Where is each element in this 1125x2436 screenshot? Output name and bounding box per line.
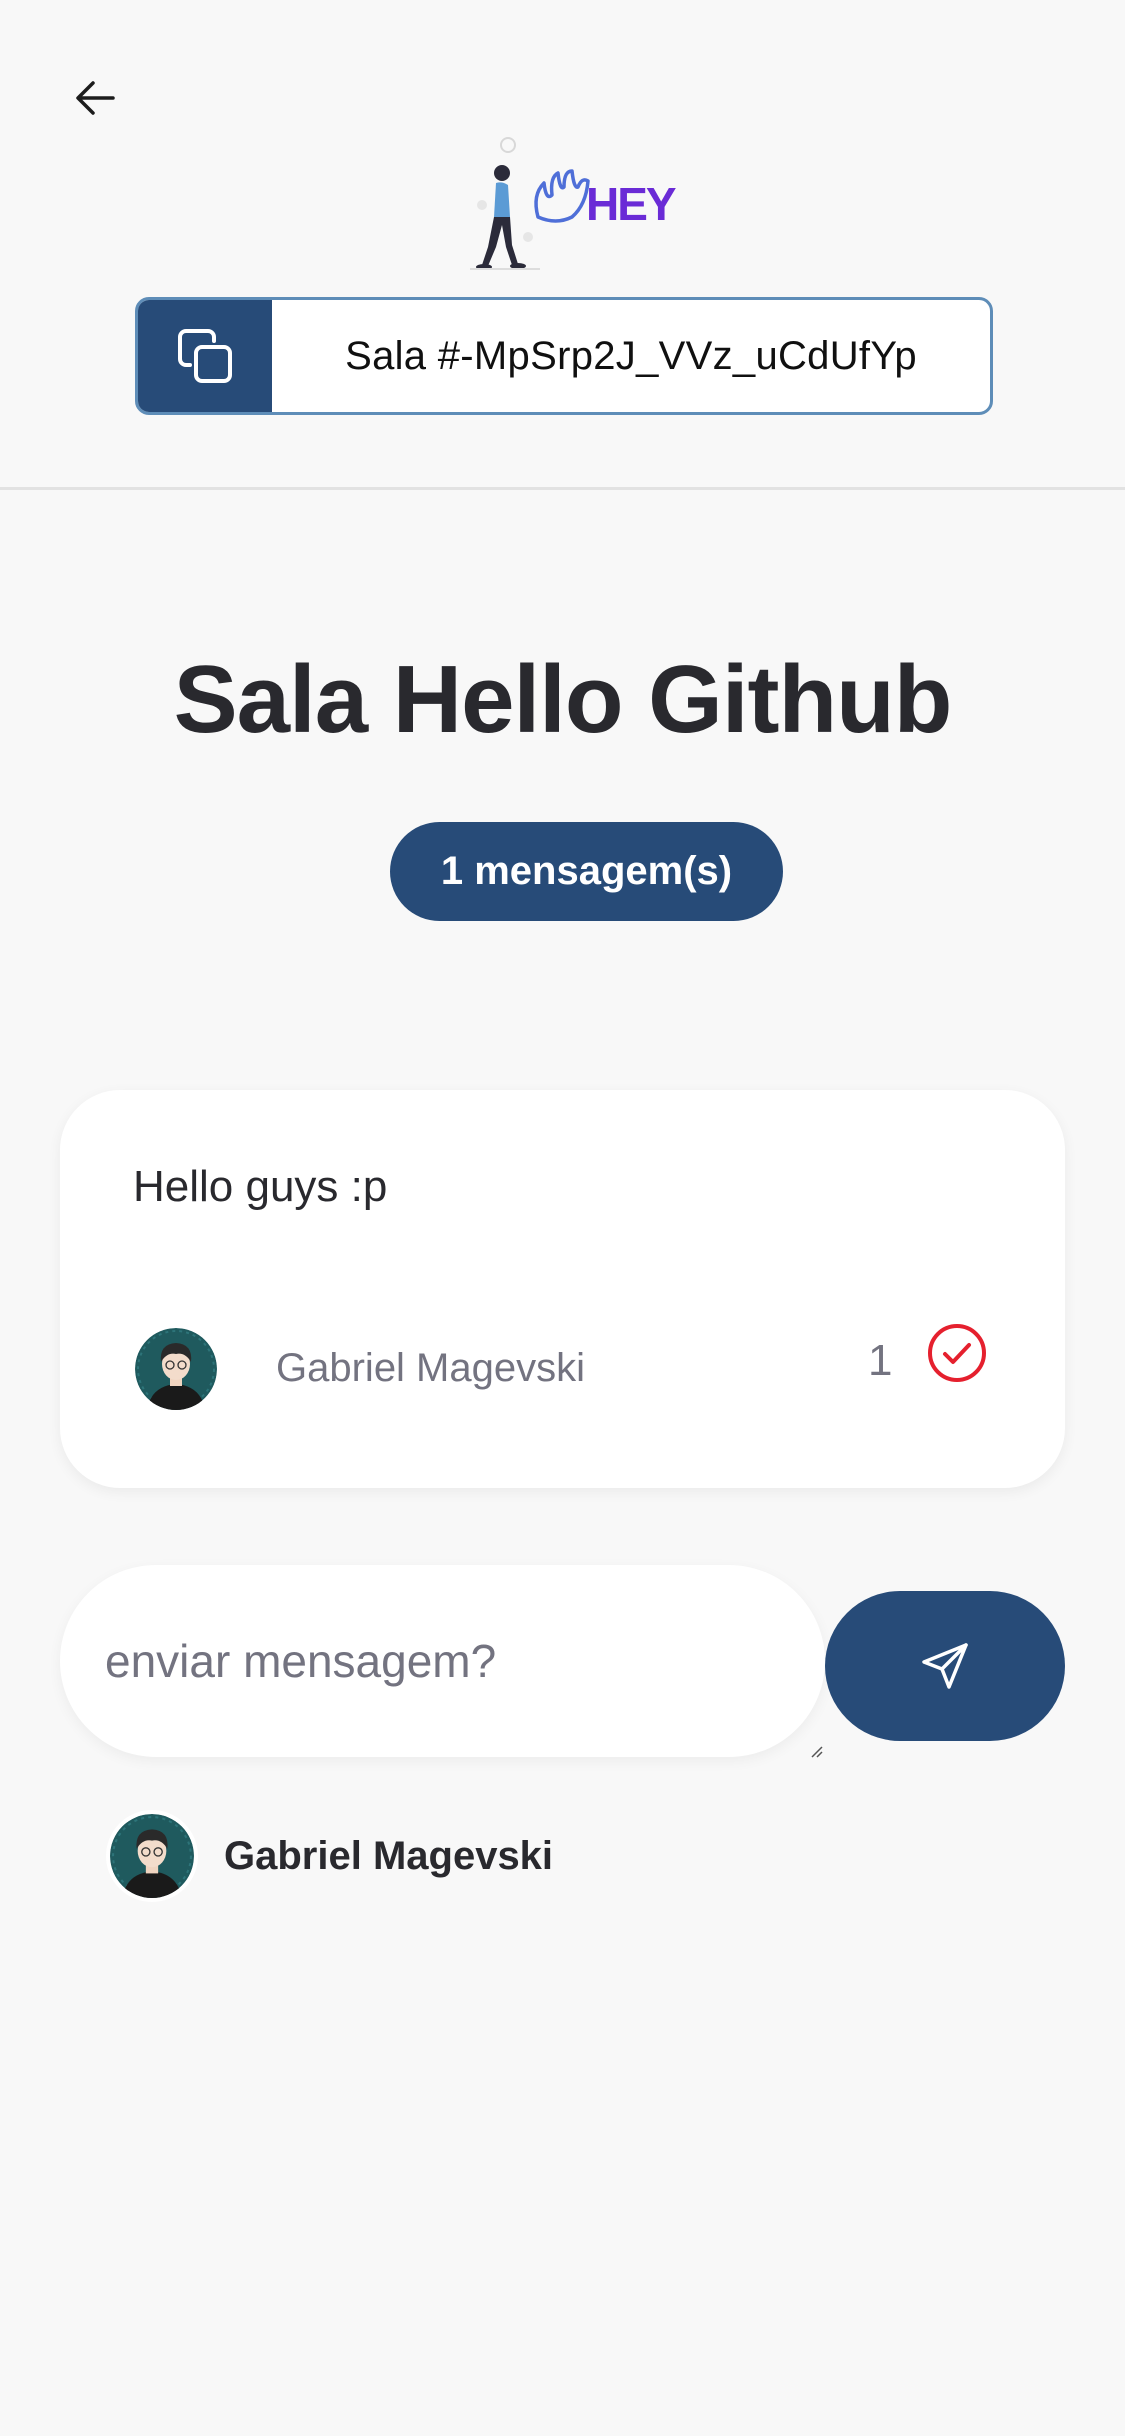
user-avatar bbox=[106, 1810, 198, 1902]
check-circle-icon bbox=[928, 1324, 986, 1382]
room-page: HEY Sala #-MpSrp2J_VVz_uCdUfYp Sala Hell… bbox=[0, 0, 1125, 2436]
page-header: HEY Sala #-MpSrp2J_VVz_uCdUfYp bbox=[0, 0, 1125, 490]
svg-text:HEY: HEY bbox=[586, 178, 676, 230]
user-name: Gabriel Magevski bbox=[224, 1833, 554, 1878]
back-button[interactable] bbox=[60, 70, 130, 125]
question-card: Hello guys :p Gabriel Magevski 1 bbox=[60, 1090, 1065, 1488]
author-avatar bbox=[135, 1328, 217, 1410]
author-name: Gabriel Magevski bbox=[276, 1346, 586, 1390]
copy-icon bbox=[178, 329, 232, 383]
like-button[interactable] bbox=[926, 1322, 988, 1384]
send-button[interactable] bbox=[825, 1591, 1065, 1741]
send-icon bbox=[922, 1643, 968, 1689]
copy-button[interactable] bbox=[138, 300, 272, 412]
question-content: Hello guys :p bbox=[133, 1162, 388, 1211]
room-code-button[interactable]: Sala #-MpSrp2J_VVz_uCdUfYp bbox=[135, 297, 993, 415]
arrow-left-icon bbox=[76, 80, 115, 115]
app-logo: HEY bbox=[460, 125, 680, 270]
user-info: Gabriel Magevski bbox=[106, 1810, 553, 1902]
like-count: 1 bbox=[868, 1336, 893, 1385]
message-input[interactable] bbox=[60, 1565, 825, 1757]
room-code-label: Sala #-MpSrp2J_VVz_uCdUfYp bbox=[345, 333, 917, 378]
message-count-badge: 1 mensagem(s) bbox=[390, 822, 783, 921]
resize-grip-icon[interactable] bbox=[810, 1745, 824, 1759]
room-title: Sala Hello Github bbox=[173, 646, 953, 753]
